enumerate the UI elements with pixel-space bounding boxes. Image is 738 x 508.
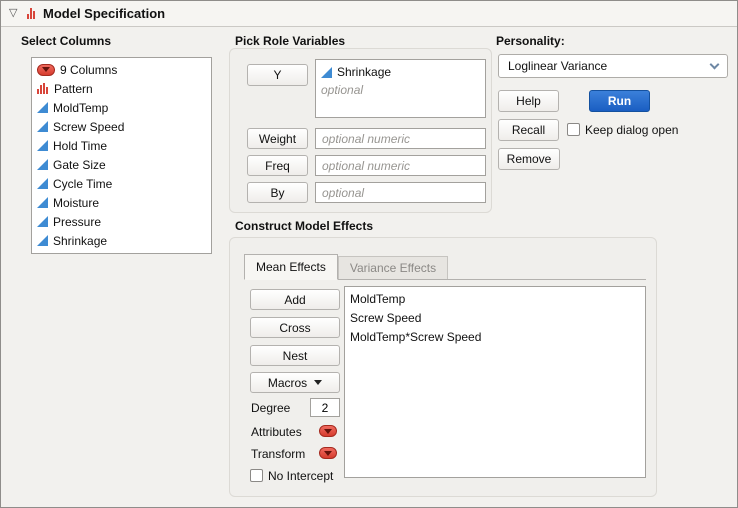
transform-label: Transform xyxy=(251,447,306,461)
effect-item-label: Screw Speed xyxy=(350,310,422,325)
select-columns-heading: Select Columns xyxy=(21,34,112,48)
tab-variance-effects[interactable]: Variance Effects xyxy=(337,256,449,279)
column-item-label: Gate Size xyxy=(53,157,106,172)
attributes-red-triangle-icon[interactable] xyxy=(319,425,337,437)
y-optional-placeholder: optional xyxy=(321,82,364,97)
degree-input[interactable] xyxy=(310,398,340,417)
effect-item-label: MoldTemp*Screw Speed xyxy=(350,329,482,344)
weight-drop-field[interactable]: optional numeric xyxy=(315,128,486,149)
continuous-icon xyxy=(37,197,48,208)
dialog-title: Model Specification xyxy=(43,6,166,21)
cross-button[interactable]: Cross xyxy=(250,317,340,338)
column-item[interactable]: Hold Time xyxy=(32,136,211,155)
freq-placeholder: optional numeric xyxy=(322,158,411,173)
y-role-button[interactable]: Y xyxy=(247,64,308,86)
column-item[interactable]: Gate Size xyxy=(32,155,211,174)
transform-red-triangle-icon[interactable] xyxy=(319,447,337,459)
columns-count-label: 9 Columns xyxy=(60,62,118,77)
column-item[interactable]: Screw Speed xyxy=(32,117,211,136)
columns-listbox[interactable]: 9 Columns Pattern MoldTemp Screw Speed H… xyxy=(31,57,212,254)
dropdown-arrow-icon xyxy=(314,380,323,385)
column-item[interactable]: Moisture xyxy=(32,193,211,212)
weight-placeholder: optional numeric xyxy=(322,131,411,146)
remove-button[interactable]: Remove xyxy=(498,148,560,170)
personality-heading: Personality: xyxy=(496,34,565,48)
model-effects-listbox[interactable]: MoldTemp Screw Speed MoldTemp*Screw Spee… xyxy=(344,286,646,478)
continuous-icon xyxy=(37,178,48,189)
column-item-label: Shrinkage xyxy=(53,233,108,248)
column-item[interactable]: Cycle Time xyxy=(32,174,211,193)
columns-menu-red-triangle-icon[interactable] xyxy=(37,63,55,76)
column-item-label: Cycle Time xyxy=(53,176,113,191)
tab-mean-effects[interactable]: Mean Effects xyxy=(244,254,338,280)
continuous-icon xyxy=(37,102,48,113)
by-drop-field[interactable]: optional xyxy=(315,182,486,203)
effect-item[interactable]: Screw Speed xyxy=(345,308,645,327)
collapse-disclosure-triangle-icon[interactable]: ▽ xyxy=(9,6,17,19)
macros-button[interactable]: Macros xyxy=(250,372,340,393)
continuous-icon xyxy=(37,235,48,246)
add-button[interactable]: Add xyxy=(250,289,340,310)
model-specification-dialog: ▽ Model Specification Select Columns 9 C… xyxy=(0,0,738,508)
titlebar: ▽ Model Specification xyxy=(1,1,737,27)
column-item[interactable]: Pattern xyxy=(32,79,211,98)
continuous-icon xyxy=(37,140,48,151)
y-drop-zone[interactable]: Shrinkage optional xyxy=(315,59,486,118)
effect-item[interactable]: MoldTemp xyxy=(345,289,645,308)
model-specification-icon xyxy=(27,8,35,19)
effect-item[interactable]: MoldTemp*Screw Speed xyxy=(345,327,645,346)
by-placeholder: optional xyxy=(322,185,365,200)
chevron-down-icon xyxy=(709,59,720,69)
keep-dialog-open-label: Keep dialog open xyxy=(585,123,679,137)
by-role-button[interactable]: By xyxy=(247,182,308,203)
column-item-label: Screw Speed xyxy=(53,119,125,134)
construct-model-effects-heading: Construct Model Effects xyxy=(235,219,374,233)
keep-dialog-open-checkbox[interactable] xyxy=(567,123,580,136)
roles-panel: Y Shrinkage optional Weight optional num… xyxy=(229,48,492,213)
continuous-icon xyxy=(321,66,332,78)
personality-selected-value: Loglinear Variance xyxy=(508,59,608,73)
no-intercept-label: No Intercept xyxy=(268,469,334,483)
degree-label: Degree xyxy=(251,401,291,415)
continuous-icon xyxy=(37,216,48,227)
no-intercept-checkbox[interactable] xyxy=(250,469,263,482)
columns-count-row[interactable]: 9 Columns xyxy=(32,60,211,79)
histogram-icon xyxy=(37,83,49,94)
column-item[interactable]: MoldTemp xyxy=(32,98,211,117)
attributes-label: Attributes xyxy=(251,425,302,439)
column-item-label: Pressure xyxy=(53,214,102,229)
column-item-label: Hold Time xyxy=(53,138,108,153)
personality-dropdown[interactable]: Loglinear Variance xyxy=(498,54,728,78)
weight-role-button[interactable]: Weight xyxy=(247,128,308,149)
pick-role-variables-heading: Pick Role Variables xyxy=(235,34,346,48)
nest-button[interactable]: Nest xyxy=(250,345,340,366)
column-item-label: Moisture xyxy=(53,195,100,210)
effects-tabstrip: Mean Effects Variance Effects xyxy=(244,253,646,280)
y-variable[interactable]: Shrinkage xyxy=(337,65,391,79)
freq-drop-field[interactable]: optional numeric xyxy=(315,155,486,176)
column-item-label: MoldTemp xyxy=(53,100,109,115)
help-button[interactable]: Help xyxy=(498,90,559,112)
macros-button-label: Macros xyxy=(267,375,308,390)
column-item[interactable]: Pressure xyxy=(32,212,211,231)
continuous-icon xyxy=(37,121,48,132)
continuous-icon xyxy=(37,159,48,170)
column-item-label: Pattern xyxy=(54,81,93,96)
effect-item-label: MoldTemp xyxy=(350,291,406,306)
run-button[interactable]: Run xyxy=(589,90,650,112)
effects-panel: Mean Effects Variance Effects Add Cross … xyxy=(229,237,657,497)
column-item[interactable]: Shrinkage xyxy=(32,231,211,250)
recall-button[interactable]: Recall xyxy=(498,119,559,141)
freq-role-button[interactable]: Freq xyxy=(247,155,308,176)
